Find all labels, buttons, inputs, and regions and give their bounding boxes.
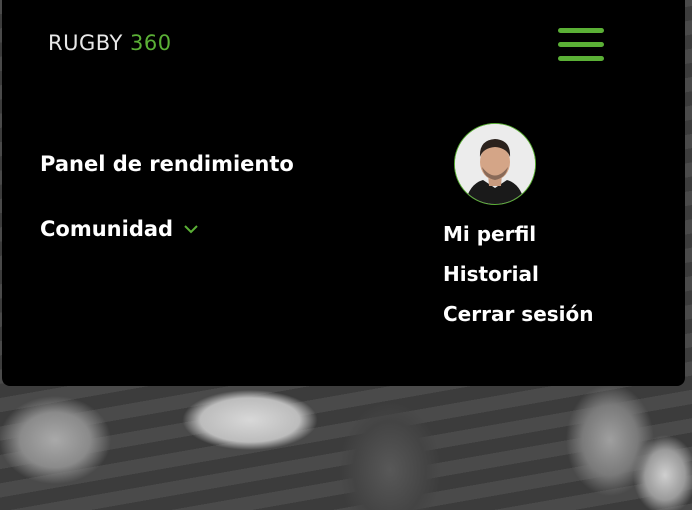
menu-panel: RUGBY 360 Panel de rendimiento Comunidad… [2, 0, 685, 386]
avatar-image [455, 124, 535, 204]
nav-link-panel-de-rendimiento[interactable]: Panel de rendimiento [40, 152, 294, 176]
chevron-down-icon [184, 225, 198, 234]
nav-link-comunidad-label: Comunidad [40, 217, 174, 241]
user-menu-historial[interactable]: Historial [443, 262, 539, 286]
brand-logo[interactable]: RUGBY 360 [48, 31, 172, 55]
user-menu-mi-perfil[interactable]: Mi perfil [443, 222, 536, 246]
brand-accent: 360 [130, 31, 172, 55]
nav-link-comunidad[interactable]: Comunidad [40, 217, 199, 241]
avatar[interactable] [454, 123, 536, 205]
brand-name: RUGBY [48, 31, 123, 55]
user-menu-cerrar-sesion[interactable]: Cerrar sesión [443, 302, 594, 326]
hamburger-menu-icon[interactable] [558, 28, 604, 62]
